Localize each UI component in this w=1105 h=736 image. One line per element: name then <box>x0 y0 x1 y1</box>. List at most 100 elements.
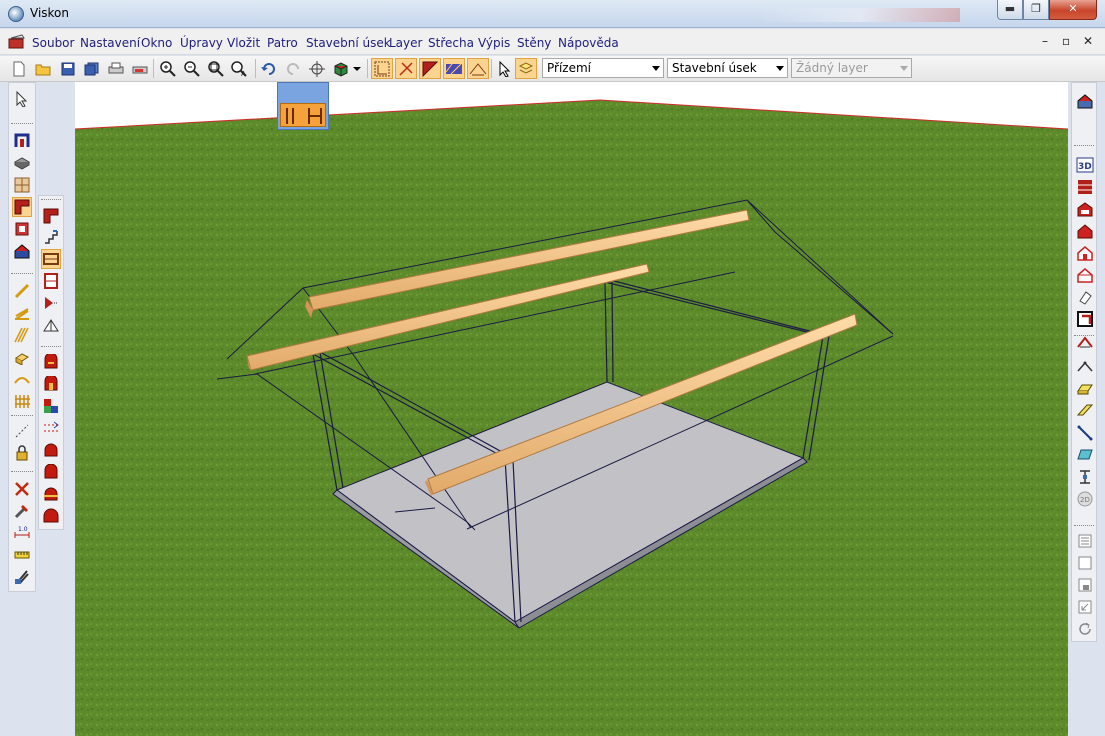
pan-icon[interactable] <box>306 58 328 79</box>
window-insert-icon[interactable] <box>41 352 61 372</box>
menu-vlozit[interactable]: Vložit <box>227 36 260 50</box>
wall-draw-icon[interactable] <box>41 206 61 226</box>
wall-extend-icon[interactable] <box>41 293 61 313</box>
properties-icon[interactable] <box>1075 531 1095 551</box>
gable-icon[interactable] <box>41 315 61 335</box>
view-floorplan-icon[interactable] <box>1075 309 1095 329</box>
menu-patro[interactable]: Patro <box>267 36 298 50</box>
panel-icon[interactable] <box>1075 575 1095 595</box>
select-arrow-icon[interactable] <box>494 58 516 79</box>
menu-vypis[interactable]: Výpis <box>478 36 510 50</box>
door-insert-icon[interactable] <box>41 374 61 394</box>
wall-corner-icon[interactable] <box>419 58 441 79</box>
house-icon[interactable] <box>12 241 32 261</box>
tools-icon[interactable] <box>12 501 32 521</box>
view-elevation-icon[interactable] <box>1075 199 1095 219</box>
line-tool-icon[interactable] <box>12 281 32 301</box>
zoom-all-icon[interactable]: A <box>229 58 251 79</box>
slab-icon[interactable] <box>12 153 32 173</box>
grid-icon[interactable] <box>371 58 393 79</box>
roof-frame-icon[interactable] <box>1075 333 1095 353</box>
view-roof-icon[interactable] <box>1075 221 1095 241</box>
redo-icon[interactable] <box>282 58 304 79</box>
layer-select[interactable]: Žádný layer <box>791 58 912 78</box>
roof-plane-icon[interactable] <box>1075 401 1095 421</box>
blank-page-icon[interactable] <box>1075 553 1095 573</box>
arch-icon[interactable] <box>12 369 32 389</box>
column-tool-button[interactable] <box>280 103 326 127</box>
close-button[interactable]: ✕ <box>1049 0 1097 20</box>
render-dropdown-icon[interactable] <box>350 58 364 79</box>
lock-icon[interactable] <box>12 443 32 463</box>
layers-icon[interactable] <box>12 567 32 587</box>
dimension-icon[interactable]: 1.0 <box>12 523 32 543</box>
menu-upravy[interactable]: Úpravy <box>180 36 223 50</box>
layer-icon[interactable] <box>515 58 537 79</box>
3d-viewport[interactable] <box>75 82 1068 736</box>
mdi-minimize-button[interactable]: – <box>1042 34 1048 48</box>
wall-tool-icon[interactable] <box>12 197 32 217</box>
menu-napoveda[interactable]: Nápověda <box>558 36 619 50</box>
section-select[interactable]: Stavební úsek <box>667 58 788 78</box>
view-2d-icon[interactable]: 2D <box>1075 489 1095 509</box>
hatch-icon[interactable] <box>443 58 465 79</box>
opening-color-icon[interactable] <box>41 396 61 416</box>
round-window-icon[interactable] <box>41 462 61 482</box>
roof-edge-icon[interactable] <box>1075 423 1095 443</box>
menu-nastaveni[interactable]: Nastavení <box>80 36 140 50</box>
wall-rectangle-icon[interactable] <box>41 249 61 269</box>
roof-detail-icon[interactable] <box>1075 467 1095 487</box>
roof-line-icon[interactable] <box>1075 357 1095 377</box>
column-icon[interactable] <box>12 219 32 239</box>
mdi-close-button[interactable]: ✕ <box>1083 34 1093 48</box>
save-all-icon[interactable] <box>81 58 103 79</box>
menu-layer[interactable]: Layer <box>389 36 422 50</box>
house-view-icon[interactable] <box>1075 91 1095 111</box>
window-grid-icon[interactable] <box>12 175 32 195</box>
roof-area-icon[interactable] <box>1075 379 1095 399</box>
undo-icon[interactable] <box>258 58 280 79</box>
stairs-icon[interactable] <box>12 303 32 323</box>
wall-stairs-icon[interactable] <box>41 227 61 247</box>
rafters-icon[interactable] <box>12 325 32 345</box>
zoom-out-icon[interactable] <box>181 58 203 79</box>
new-icon[interactable] <box>8 58 30 79</box>
view-house-front-icon[interactable] <box>1075 243 1095 263</box>
dashed-line-icon[interactable] <box>12 421 32 441</box>
beam-icon[interactable] <box>12 347 32 367</box>
open-icon[interactable] <box>32 58 54 79</box>
wall-opening-icon[interactable] <box>12 131 32 151</box>
print-preview-icon[interactable] <box>129 58 151 79</box>
opening-move-icon[interactable] <box>41 418 61 438</box>
arch-window-icon[interactable] <box>41 440 61 460</box>
zoom-window-icon[interactable] <box>205 58 227 79</box>
view-walls-icon[interactable] <box>1075 177 1095 197</box>
maximize-button[interactable]: ❐ <box>1023 0 1049 20</box>
menu-soubor[interactable]: Soubor <box>32 36 74 50</box>
menu-strecha[interactable]: Střecha <box>428 36 474 50</box>
menu-okno[interactable]: Okno <box>141 36 172 50</box>
floor-select[interactable]: Přízemí <box>542 58 664 78</box>
roof-tool-icon[interactable] <box>467 58 489 79</box>
zoom-in-icon[interactable] <box>157 58 179 79</box>
menu-stavebni-usek[interactable]: Stavební úsek <box>306 36 391 50</box>
select-pointer-icon[interactable] <box>12 89 32 109</box>
menu-steny[interactable]: Stěny <box>517 36 551 50</box>
mdi-restore-button[interactable]: ▫ <box>1062 34 1070 48</box>
view-house-side-icon[interactable] <box>1075 265 1095 285</box>
save-icon[interactable] <box>57 58 79 79</box>
render-icon[interactable] <box>330 58 352 79</box>
delete-icon[interactable] <box>12 479 32 499</box>
refresh-icon[interactable] <box>1075 619 1095 639</box>
document-pen-icon[interactable] <box>8 34 26 50</box>
resize-icon[interactable] <box>1075 597 1095 617</box>
view-3d-icon[interactable]: 3D <box>1075 155 1095 175</box>
minimize-button[interactable]: ▬ <box>997 0 1023 20</box>
measure-icon[interactable] <box>12 545 32 565</box>
fence-icon[interactable] <box>12 391 32 411</box>
opening-sill-icon[interactable] <box>41 484 61 504</box>
3d-scene[interactable] <box>75 82 1068 736</box>
print-icon[interactable] <box>105 58 127 79</box>
opening-bay-icon[interactable] <box>41 506 61 526</box>
roof-window-icon[interactable] <box>1075 445 1095 465</box>
